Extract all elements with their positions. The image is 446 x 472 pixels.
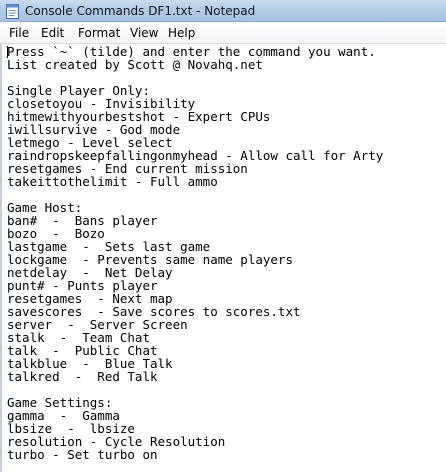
menu-view[interactable]: View (130, 25, 158, 41)
text-line[interactable]: talkred - Red Talk (7, 370, 446, 383)
menu-format[interactable]: Format (78, 25, 120, 41)
title-bar[interactable]: Console Commands DF1.txt - Notepad (0, 0, 446, 22)
text-line[interactable]: takeittothelimit - Full ammo (7, 175, 446, 188)
menu-help[interactable]: Help (168, 25, 195, 41)
text-line[interactable]: List created by Scott @ Novahq.net (7, 58, 446, 71)
document-text[interactable]: Press `~` (tilde) and enter the command … (7, 45, 446, 461)
menu-edit[interactable]: Edit (41, 25, 64, 41)
menu-file[interactable]: File (9, 25, 29, 41)
notepad-icon (6, 4, 19, 19)
notepad-window: Console Commands DF1.txt - Notepad File … (0, 0, 446, 472)
window-title: Console Commands DF1.txt - Notepad (25, 4, 256, 18)
text-line[interactable]: turbo - Set turbo on (7, 448, 446, 461)
menu-bar: File Edit Format View Help (0, 22, 446, 44)
text-editor[interactable]: Press `~` (tilde) and enter the command … (0, 44, 446, 472)
